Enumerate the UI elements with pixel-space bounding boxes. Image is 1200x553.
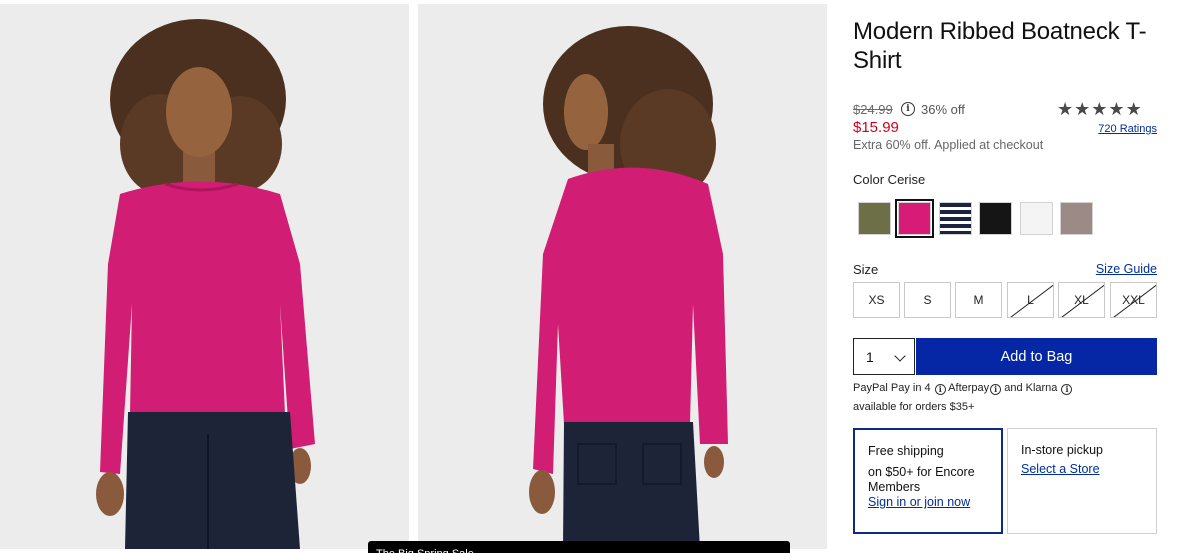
swatch-black[interactable] xyxy=(979,202,1012,235)
product-image-back[interactable] xyxy=(418,4,827,549)
star-icon: ★ xyxy=(1125,99,1142,120)
swatch-taupe[interactable] xyxy=(1060,202,1093,235)
quantity-value: 1 xyxy=(866,348,874,365)
swatch-navy-stripe[interactable] xyxy=(939,202,972,235)
info-icon[interactable]: i xyxy=(934,383,946,395)
model-front-illustration xyxy=(0,4,409,549)
swatch-white[interactable] xyxy=(1020,202,1053,235)
product-title: Modern Ribbed Boatneck T-Shirt xyxy=(853,18,1147,74)
info-icon[interactable]: i xyxy=(990,383,1002,395)
star-icon: ★ xyxy=(1108,99,1125,120)
info-icon[interactable]: i xyxy=(1061,383,1073,395)
afterpay-text: Afterpay xyxy=(948,382,990,394)
payment-options: PayPal Pay in 4 i Afterpay i and Klarna i xyxy=(853,382,1073,395)
product-info-panel: Modern Ribbed Boatneck T-Shirt $24.99 i … xyxy=(853,0,1157,553)
product-image-front[interactable] xyxy=(0,4,409,549)
size-option-xl[interactable]: XL xyxy=(1058,282,1105,318)
shipping-desc: on $50+ for Encore Members xyxy=(868,465,975,494)
swatch-cerise[interactable] xyxy=(895,199,934,238)
pickup-title: In-store pickup xyxy=(1021,443,1103,457)
free-shipping-option[interactable]: Free shipping on $50+ for Encore Members… xyxy=(853,428,1003,534)
klarna-text: Klarna xyxy=(1025,382,1058,394)
add-to-bag-button[interactable]: Add to Bag xyxy=(916,338,1157,375)
extra-offer-text: Extra 60% off. Applied at checkout xyxy=(853,138,1044,152)
info-icon[interactable]: i xyxy=(901,102,915,116)
star-icon: ★ xyxy=(1091,99,1108,120)
discount-percent: 36% off xyxy=(921,102,965,117)
and-text: and xyxy=(1004,382,1023,394)
sale-price: $15.99 xyxy=(853,119,899,136)
quantity-select[interactable]: 1 xyxy=(853,338,915,375)
swatch-olive[interactable] xyxy=(858,202,891,235)
size-option-m[interactable]: M xyxy=(955,282,1002,318)
select-store-link[interactable]: Select a Store xyxy=(1021,462,1100,476)
size-guide-link[interactable]: Size Guide xyxy=(1096,262,1157,276)
star-icon: ★ xyxy=(1074,99,1091,120)
star-icon: ★ xyxy=(1057,99,1074,120)
sign-in-link[interactable]: Sign in or join now xyxy=(868,495,970,509)
chevron-down-icon xyxy=(894,350,906,362)
payment-note: available for orders $35+ xyxy=(853,401,975,413)
sale-banner-toast[interactable]: The Big Spring Sale xyxy=(368,541,790,553)
star-rating[interactable]: ★ ★ ★ ★ ★ xyxy=(1057,100,1142,120)
shipping-title: Free shipping xyxy=(868,444,944,458)
color-label: Color Cerise xyxy=(853,172,926,187)
store-pickup-option[interactable]: In-store pickup Select a Store xyxy=(1007,428,1157,534)
size-label: Size xyxy=(853,262,879,277)
size-option-xs[interactable]: XS xyxy=(853,282,900,318)
paypal-text: PayPal Pay in 4 xyxy=(853,382,931,394)
original-price: $24.99 xyxy=(853,102,893,117)
size-option-xxl[interactable]: XXL xyxy=(1110,282,1157,318)
size-option-s[interactable]: S xyxy=(904,282,951,318)
ratings-link[interactable]: 720 Ratings xyxy=(1098,123,1157,135)
size-option-l[interactable]: L xyxy=(1007,282,1054,318)
model-back-illustration xyxy=(418,4,827,549)
